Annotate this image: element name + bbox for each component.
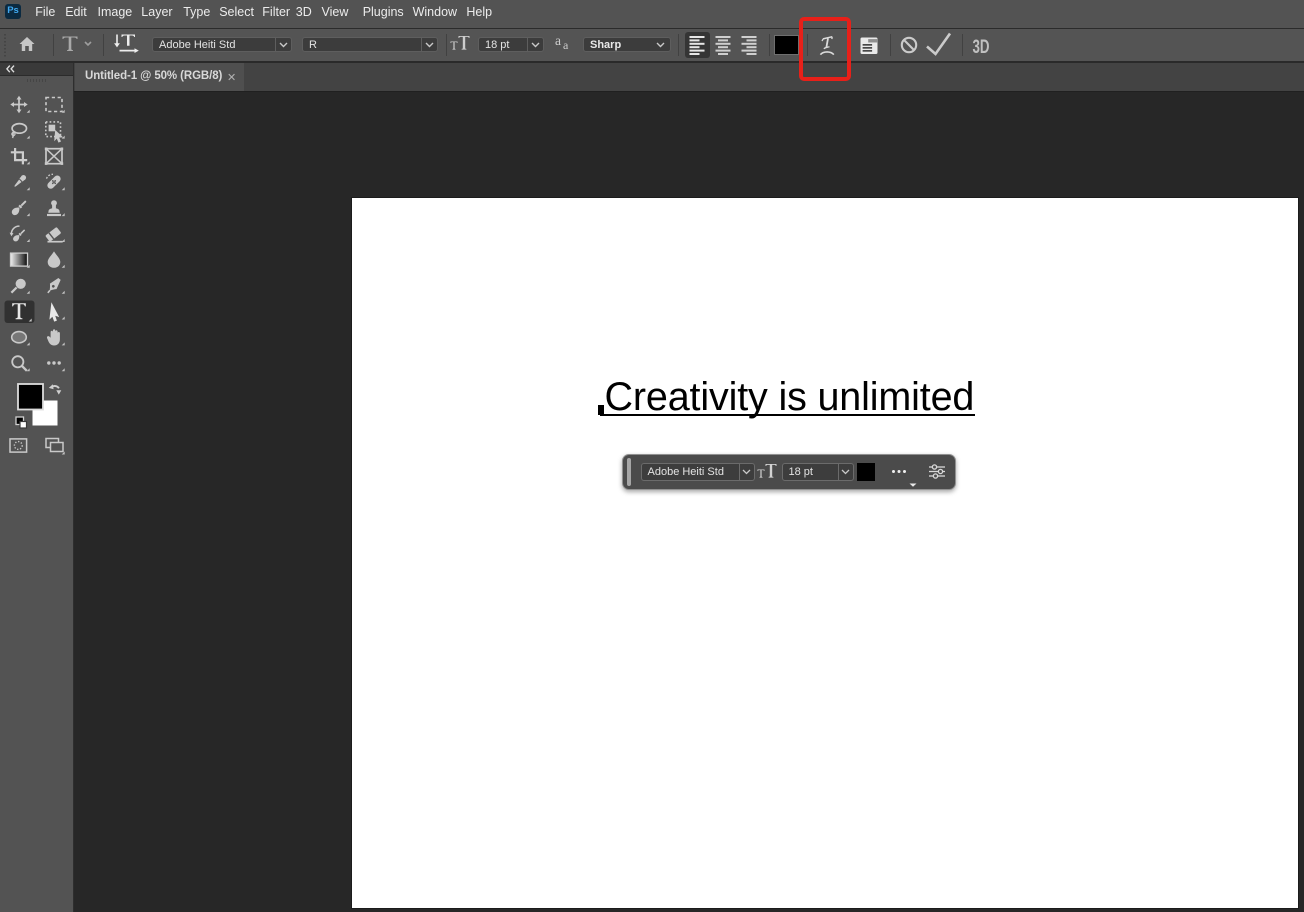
svg-text:3D: 3D — [973, 36, 990, 56]
